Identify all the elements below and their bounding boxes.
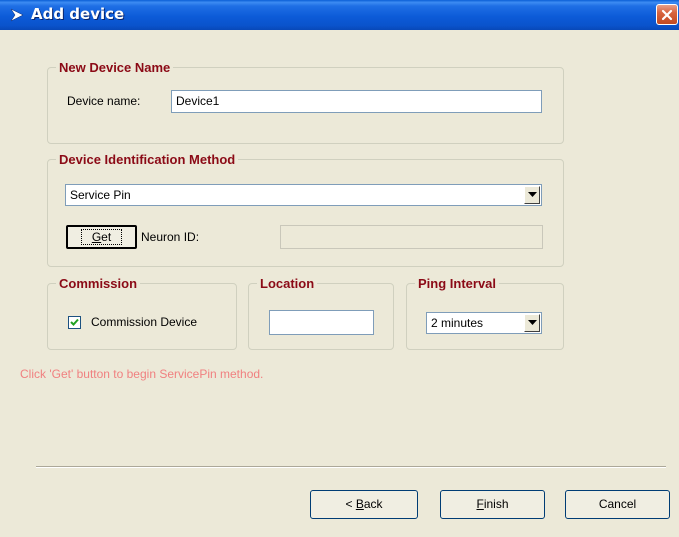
ping-interval-legend: Ping Interval	[418, 276, 497, 291]
identification-legend: Device Identification Method	[59, 152, 236, 167]
device-name-label: Device name:	[67, 94, 141, 108]
get-button[interactable]: Get	[66, 225, 137, 249]
checkmark-icon	[70, 318, 79, 326]
back-button[interactable]: < Back	[310, 490, 418, 519]
location-legend: Location	[260, 276, 315, 291]
finish-button-mnemonic: F	[476, 497, 484, 511]
title-bar[interactable]: Add device	[0, 0, 679, 30]
dropdown-arrow-button[interactable]	[524, 186, 540, 204]
identification-method-value: Service Pin	[70, 188, 131, 202]
identification-method-select[interactable]: Service Pin	[65, 184, 542, 206]
arrow-icon	[10, 8, 24, 22]
back-button-prefix: <	[345, 497, 356, 511]
chevron-down-icon	[528, 192, 537, 197]
neuron-id-field	[280, 225, 543, 249]
get-button-mnemonic: G	[91, 230, 102, 244]
identification-group: Device Identification Method	[47, 152, 564, 267]
device-name-input[interactable]: Device1	[171, 90, 542, 113]
cancel-button[interactable]: Cancel	[565, 490, 670, 519]
window-title: Add device	[31, 5, 125, 23]
commission-legend: Commission	[59, 276, 138, 291]
finish-button[interactable]: Finish	[440, 490, 545, 519]
footer-separator-highlight	[36, 467, 666, 468]
close-button[interactable]	[656, 4, 678, 25]
ping-interval-select[interactable]: 2 minutes	[426, 312, 542, 334]
cancel-button-label: Cancel	[598, 497, 637, 511]
commission-device-label[interactable]: Commission Device	[91, 315, 197, 329]
hint-text: Click 'Get' button to begin ServicePin m…	[20, 367, 264, 381]
get-button-label: et	[101, 230, 112, 244]
back-button-mnemonic: B	[355, 497, 364, 511]
commission-device-checkbox[interactable]	[68, 316, 81, 329]
close-icon	[661, 9, 673, 21]
commission-group: Commission	[47, 276, 237, 350]
new-device-name-legend: New Device Name	[59, 60, 171, 75]
finish-button-label: inish	[483, 497, 509, 511]
ping-interval-value: 2 minutes	[431, 316, 484, 330]
back-button-label: ack	[363, 497, 383, 511]
location-input[interactable]	[269, 310, 374, 335]
neuron-id-label: Neuron ID:	[141, 230, 200, 244]
ping-dropdown-arrow-button[interactable]	[524, 314, 540, 332]
chevron-down-icon	[528, 320, 537, 325]
